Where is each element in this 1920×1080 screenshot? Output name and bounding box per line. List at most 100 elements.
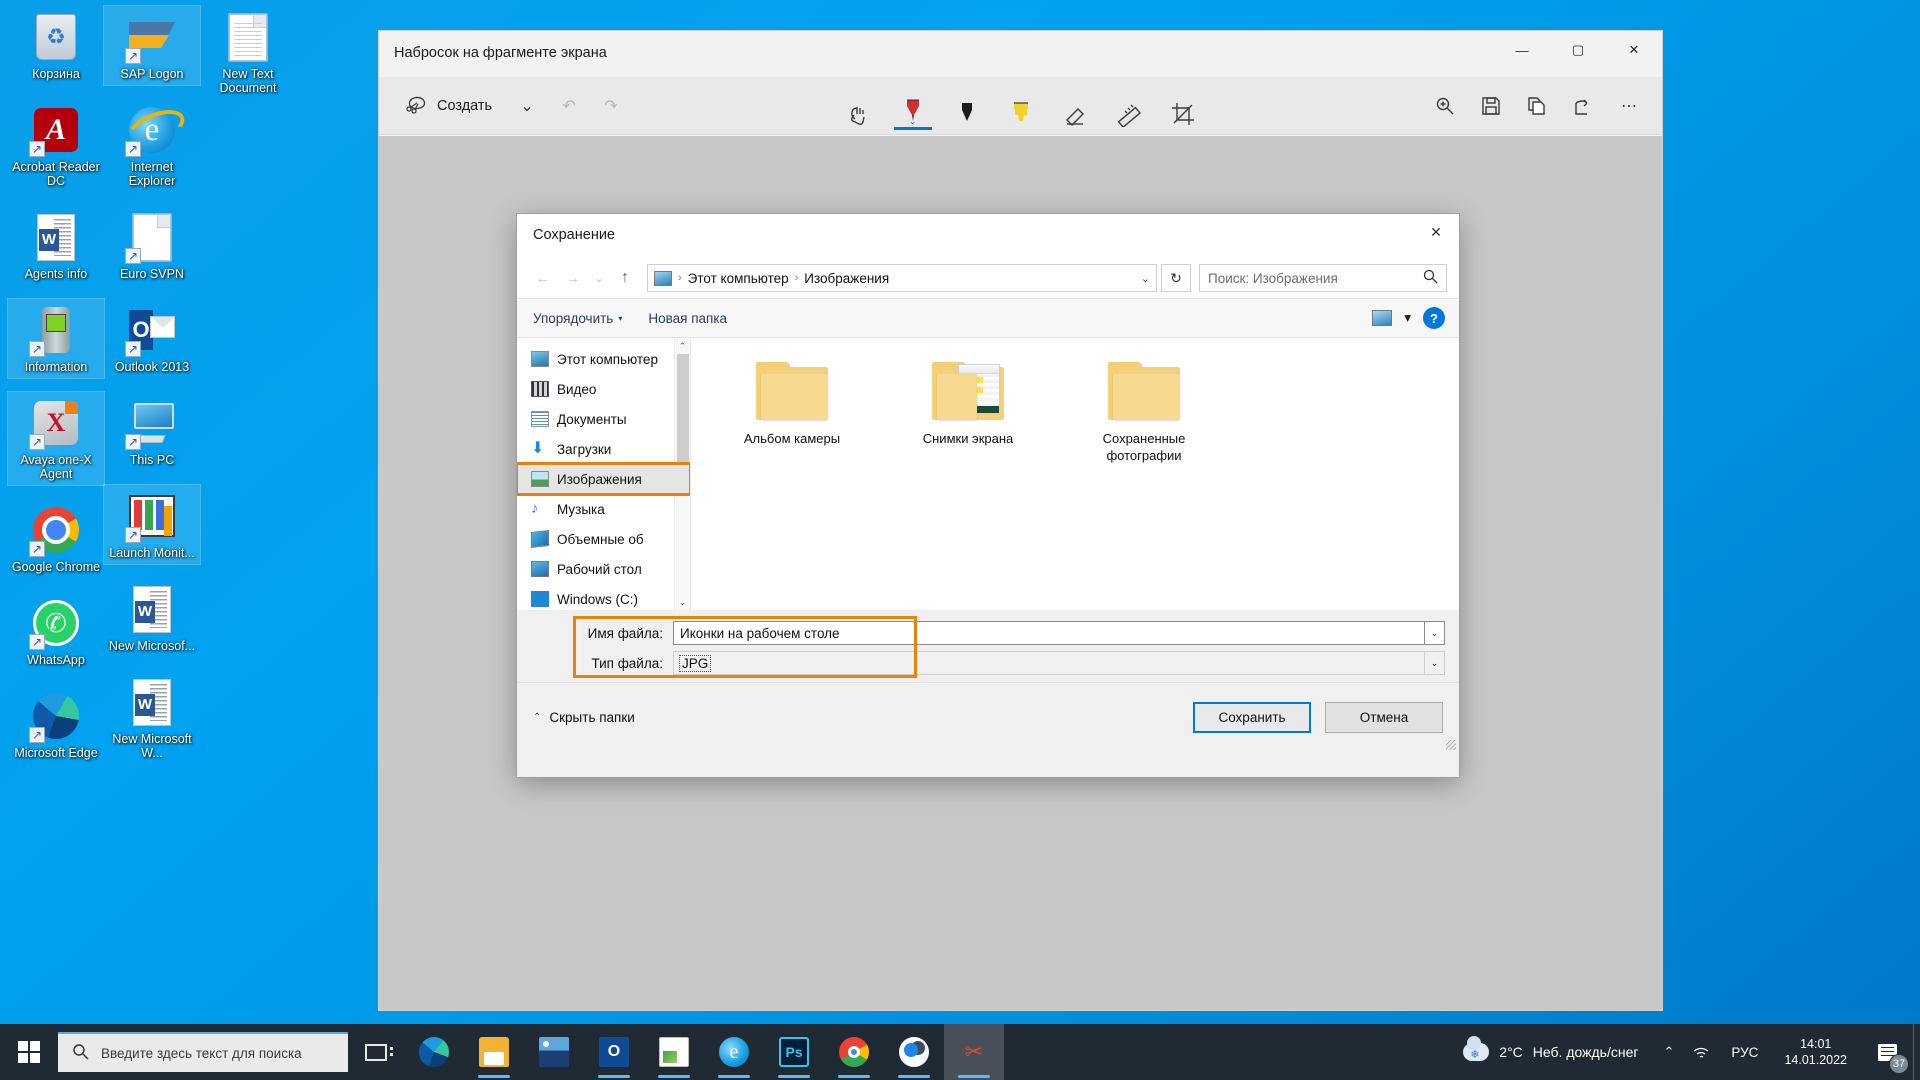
file-item-saved-pictures[interactable]: Сохраненные фотографии [1069,356,1219,464]
show-hidden-icons-button[interactable]: ⌃ [1654,1024,1683,1080]
show-desktop-button[interactable] [1913,1024,1920,1080]
help-button[interactable]: ? [1423,307,1445,329]
hide-folders-button[interactable]: ⌃ Скрыть папки [533,710,635,725]
desktop-icon-outlook-2013[interactable]: Outlook 2013 [104,299,200,378]
taskbar-app-photoshop[interactable]: Ps [764,1024,824,1080]
taskbar-app-internet-explorer[interactable] [704,1024,764,1080]
tree-item-this-pc[interactable]: Этот компьютер [517,344,690,374]
file-list-pane[interactable]: Альбом камеры Снимки экрана Сохраненные … [691,338,1459,610]
new-folder-button[interactable]: Новая папка [648,311,727,326]
breadcrumb-part-computer[interactable]: Этот компьютер [688,271,789,286]
redo-button[interactable]: ↷ [592,86,630,126]
eraser-icon[interactable] [1054,83,1096,129]
organize-button[interactable]: Упорядочить ▾ [533,311,622,326]
desktop-icon-launch-monitor[interactable]: Launch Monit... [104,485,200,564]
tree-item-videos[interactable]: Видео [517,374,690,404]
dialog-close-button[interactable]: ✕ [1413,214,1459,250]
breadcrumb-part-pictures[interactable]: Изображения [804,271,889,286]
zoom-icon[interactable] [1426,86,1464,126]
breadcrumb-dropdown-icon[interactable]: ⌄ [1141,272,1150,285]
snip-toolbar[interactable]: Создать ⌄ ↶ ↷ ⌄ [379,77,1662,135]
file-item-camera-roll[interactable]: Альбом камеры [717,356,867,464]
taskbar-search-input[interactable] [101,1046,334,1061]
pencil-icon[interactable] [946,83,988,129]
view-layout-icon[interactable] [1372,310,1392,326]
undo-button[interactable]: ↶ [550,86,588,126]
scrollbar-thumb[interactable] [677,354,689,474]
cancel-button[interactable]: Отмена [1325,702,1443,733]
desktop-icon-information[interactable]: Information [8,299,104,378]
taskbar-app-photos[interactable] [524,1024,584,1080]
network-icon[interactable] [1683,1024,1719,1080]
scroll-up-arrow-icon[interactable]: ⌃ [675,338,690,354]
close-button[interactable]: ✕ [1606,31,1662,69]
taskbar[interactable]: O Ps 2°C Неб. дождь/снег ⌃ РУС 14:01 14.… [0,1024,1920,1080]
desktop-icon-acrobat-reader[interactable]: A Acrobat Reader DC [8,99,104,192]
taskbar-app-file-explorer[interactable] [464,1024,524,1080]
share-icon[interactable] [1564,86,1602,126]
snip-titlebar[interactable]: Набросок на фрагменте экрана — ▢ ✕ [379,31,1662,77]
tree-item-3d-objects[interactable]: Объемные об [517,524,690,554]
desktop-icon-new-text-document[interactable]: New Text Document [200,6,296,99]
tree-item-downloads[interactable]: Загрузки [517,434,690,464]
filename-input[interactable]: Иконки на рабочем столе [673,621,1425,645]
save-button[interactable]: Сохранить [1193,702,1311,733]
desktop-icon-euro-svpn[interactable]: Euro SVPN [104,206,200,285]
taskbar-app-outlook[interactable]: O [584,1024,644,1080]
pen-options-chevron-icon[interactable]: ⌄ [892,116,934,127]
maximize-button[interactable]: ▢ [1550,31,1606,69]
desktop-icon-google-chrome[interactable]: Google Chrome [8,499,104,578]
tree-item-windows-drive[interactable]: Windows (C:) [517,584,690,610]
file-item-screenshots[interactable]: Снимки экрана [893,356,1043,464]
language-indicator[interactable]: РУС [1719,1045,1770,1060]
taskbar-search-box[interactable] [58,1032,348,1072]
desktop-icon-new-microsoft-doc-2[interactable]: W New Microsoft W... [104,671,200,764]
dialog-titlebar[interactable]: Сохранение ✕ [517,214,1459,258]
highlighter-icon[interactable] [1000,83,1042,129]
desktop-icon-new-microsoft-doc-1[interactable]: W New Microsof... [104,578,200,657]
notification-center-button[interactable]: 37 [1861,1024,1913,1080]
back-button[interactable]: ← [529,264,557,292]
desktop-icon-internet-explorer[interactable]: Internet Explorer [104,99,200,192]
dialog-search-input[interactable] [1208,271,1423,286]
filetype-dropdown-icon[interactable]: ⌄ [1425,651,1445,675]
task-view-button[interactable] [348,1024,404,1080]
taskbar-app-snip-and-sketch[interactable] [944,1024,1004,1080]
more-options-icon[interactable]: ⋯ [1610,86,1648,126]
recent-locations-button[interactable]: ⌄ [589,264,609,292]
new-snip-button[interactable]: Создать [393,86,504,126]
navigation-pane[interactable]: Этот компьютер Видео Документы Загрузки … [517,338,691,610]
desktop-icon-sap-logon[interactable]: SAP Logon [104,6,200,85]
up-one-level-button[interactable]: ↑ [611,264,639,292]
start-button[interactable] [0,1024,58,1080]
taskbar-app-paint[interactable] [644,1024,704,1080]
ruler-icon[interactable] [1108,83,1150,129]
desktop-icon-whatsapp[interactable]: WhatsApp [8,592,104,671]
taskbar-app-chrome[interactable] [824,1024,884,1080]
desktop-icon-microsoft-edge[interactable]: Microsoft Edge [8,685,104,764]
filename-dropdown-icon[interactable]: ⌄ [1425,621,1445,645]
desktop-icon-avaya-onex-agent[interactable]: Avaya one-X Agent [8,392,104,485]
tree-item-desktop[interactable]: Рабочий стол [517,554,690,584]
new-snip-dropdown[interactable]: ⌄ [508,86,546,126]
minimize-button[interactable]: — [1494,31,1550,69]
touch-writing-icon[interactable] [838,83,880,129]
crop-icon[interactable] [1162,83,1204,129]
desktop-icon-this-pc[interactable]: This PC [104,392,200,471]
clock[interactable]: 14:01 14.01.2022 [1770,1036,1861,1068]
resize-grip[interactable] [1446,740,1456,750]
save-icon[interactable] [1472,86,1510,126]
desktop-icon-recycle-bin[interactable]: Корзина [8,6,104,85]
weather-widget[interactable]: 2°C Неб. дождь/снег [1447,1043,1654,1061]
dialog-search-box[interactable] [1199,264,1447,292]
refresh-button[interactable]: ↻ [1161,264,1191,292]
forward-button[interactable]: → [559,264,587,292]
view-dropdown-icon[interactable]: ▾ [1404,310,1411,326]
breadcrumb[interactable]: › Этот компьютер › Изображения ⌄ [647,264,1157,292]
taskbar-app-edge[interactable] [404,1024,464,1080]
desktop-icon-agents-info[interactable]: W Agents info [8,206,104,285]
taskbar-app-messenger[interactable] [884,1024,944,1080]
tree-item-pictures[interactable]: Изображения [517,464,690,494]
ballpoint-pen-icon[interactable]: ⌄ [892,83,934,129]
save-file-dialog[interactable]: Сохранение ✕ ← → ⌄ ↑ › Этот компьютер › … [516,213,1460,778]
